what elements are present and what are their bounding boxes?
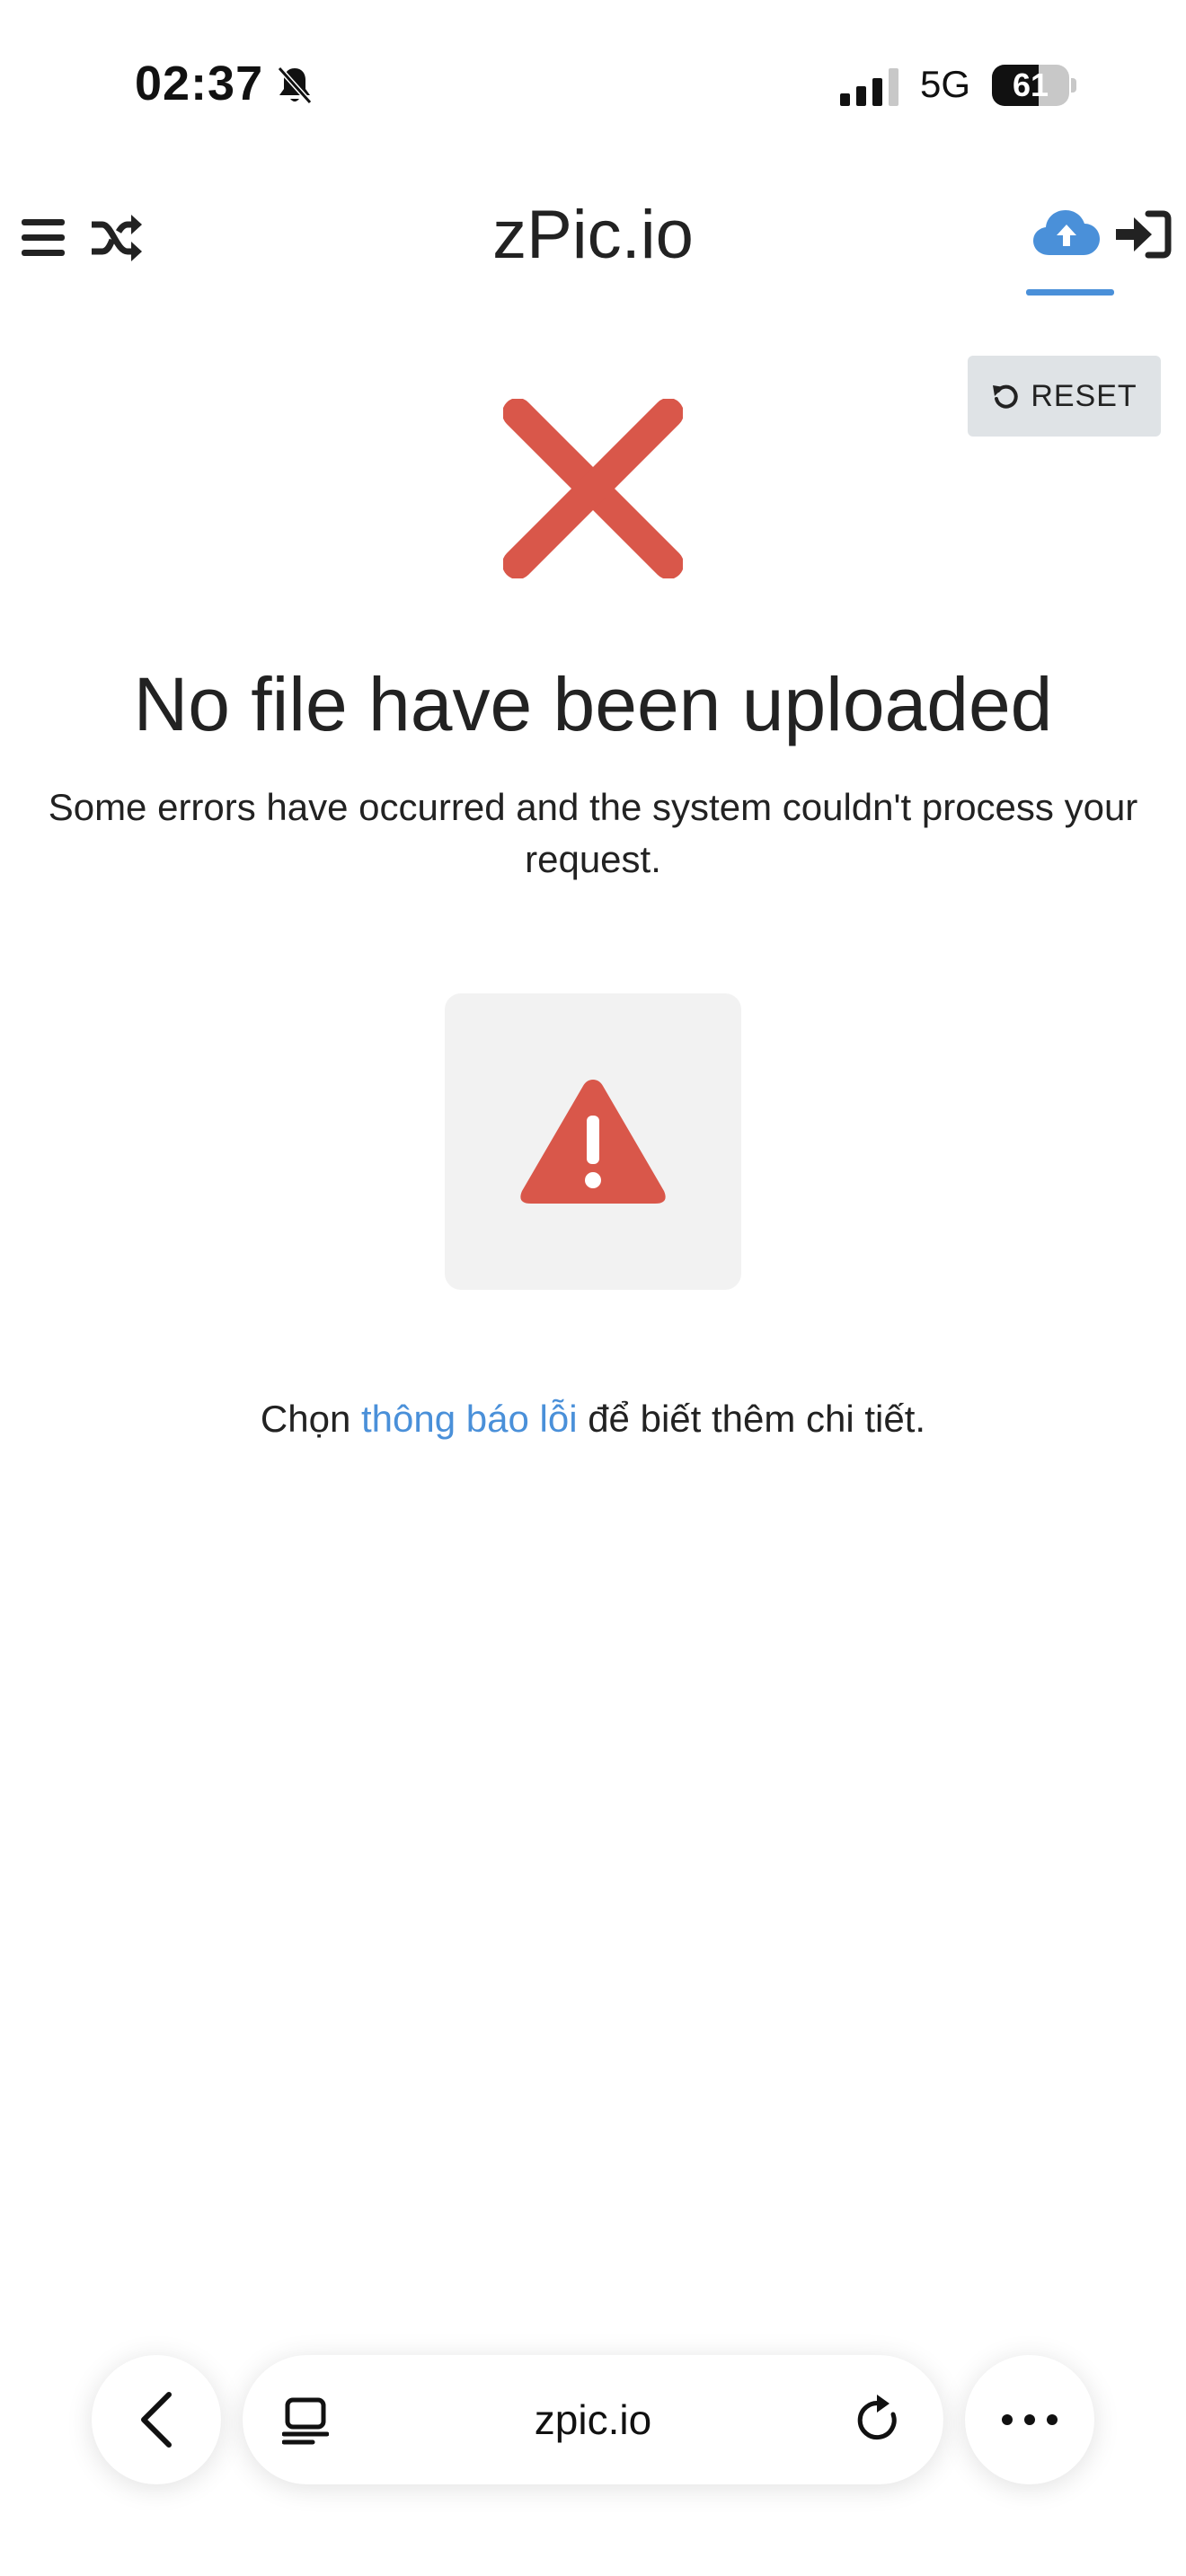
reset-label: RESET <box>1031 378 1137 413</box>
status-bar: 02:37 5G 61 <box>0 0 1186 171</box>
menu-icon[interactable] <box>20 216 66 260</box>
more-options-button[interactable] <box>965 2355 1094 2484</box>
upload-cloud-icon[interactable] <box>1033 207 1100 257</box>
reset-icon <box>993 384 1019 409</box>
address-text[interactable]: zpic.io <box>368 2355 818 2484</box>
reset-button[interactable]: RESET <box>968 356 1161 437</box>
bell-off-icon <box>277 66 313 105</box>
signal-icon <box>840 68 898 106</box>
battery-level: 61 <box>1012 66 1049 103</box>
warning-tile <box>445 993 741 1290</box>
back-button[interactable] <box>92 2355 221 2484</box>
battery-indicator: 61 <box>992 65 1076 106</box>
error-details-link[interactable]: thông báo lỗi <box>361 1398 578 1440</box>
network-label: 5G <box>920 63 971 105</box>
warning-icon <box>520 1080 666 1204</box>
status-time: 02:37 <box>135 57 264 110</box>
active-tab-indicator <box>1026 289 1114 296</box>
app-header: zPic.io <box>0 180 1186 305</box>
reload-icon[interactable] <box>854 2395 904 2445</box>
more-dots-icon <box>1002 2414 1058 2425</box>
browser-toolbar: zpic.io <box>0 2335 1186 2515</box>
error-x-icon <box>503 399 683 578</box>
shuffle-icon[interactable] <box>88 212 144 264</box>
details-suffix: để biết thêm chi tiết. <box>577 1398 926 1440</box>
details-text: Chọn thông báo lỗi để biết thêm chi tiết… <box>0 1398 1186 1441</box>
chevron-left-icon <box>141 2392 172 2448</box>
error-heading: No file have been uploaded <box>133 662 1053 746</box>
reader-mode-icon[interactable] <box>282 2396 329 2445</box>
site-title[interactable]: zPic.io <box>323 196 863 274</box>
error-message: Some errors have occurred and the system… <box>48 786 1138 880</box>
address-bar[interactable]: zpic.io <box>243 2355 943 2484</box>
details-prefix: Chọn <box>260 1398 361 1440</box>
login-icon[interactable] <box>1114 208 1172 260</box>
